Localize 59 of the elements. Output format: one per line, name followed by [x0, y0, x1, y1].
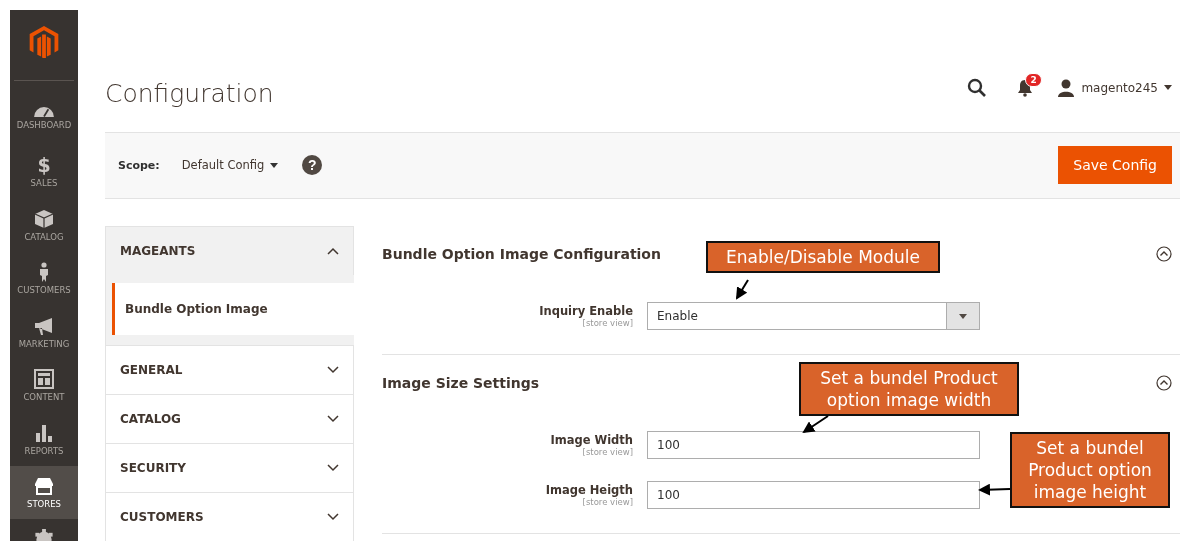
box-icon [33, 208, 55, 229]
section-title[interactable]: Image Size Settings [382, 375, 540, 391]
input-field[interactable]: 100 [647, 481, 980, 509]
sidebar-item[interactable]: MARKETING [10, 305, 78, 359]
nav-group-header[interactable]: SECURITY [105, 443, 354, 492]
scope-hint: [store view] [582, 318, 633, 328]
bar-chart-icon [33, 422, 55, 443]
chevron-icon [327, 247, 339, 255]
input-field[interactable]: 100 [647, 431, 980, 459]
help-icon[interactable]: ? [302, 155, 323, 176]
megaphone-icon [33, 315, 55, 336]
dollar-icon: $ [37, 155, 51, 176]
leader-line [735, 279, 749, 300]
chevron-icon [327, 513, 339, 521]
storefront-icon [33, 476, 55, 497]
sidebar-item[interactable]: CUSTOMERS [10, 252, 78, 306]
scope-label: Scope: [118, 158, 160, 172]
sidebar-item[interactable]: CONTENT [10, 359, 78, 413]
logo-icon [29, 26, 59, 59]
gauge-icon [34, 106, 54, 118]
chevron-icon [327, 366, 339, 374]
search-icon[interactable] [967, 77, 988, 98]
collapse-icon[interactable] [1156, 246, 1172, 262]
scope-hint: [store view] [582, 447, 633, 457]
annotation-callout: Enable/Disable Module [706, 241, 940, 273]
select-field[interactable]: Enable [647, 302, 980, 330]
annotation-callout: Set a bundel Product option image width [799, 362, 1019, 416]
sidebar-item[interactable]: CATALOG [10, 198, 78, 252]
caret-icon [959, 313, 967, 319]
nav-group-header[interactable]: MAGEANTS [105, 226, 354, 275]
field-label: Image Heigth [545, 483, 633, 497]
notification-count: 2 [1025, 72, 1042, 87]
field-label: Image Width [550, 433, 633, 447]
sidebar-item[interactable]: DASHBOARD [10, 91, 78, 145]
leader-line [802, 415, 829, 434]
caret-icon [1164, 85, 1172, 91]
sidebar-item[interactable]: REPORTS [10, 412, 78, 466]
sidebar-item[interactable]: STORES [10, 466, 78, 520]
user-icon [1057, 78, 1076, 97]
nav-group-header[interactable]: GENERAL [105, 345, 354, 394]
gear-icon[interactable] [33, 529, 55, 541]
layout-icon [33, 369, 55, 390]
user-menu[interactable]: magento245 [1081, 80, 1172, 95]
leader-line [978, 483, 1011, 496]
scope-hint: [store view] [582, 497, 633, 507]
page-title: Configuration [105, 78, 274, 108]
nav-group-header[interactable]: CATALOG [105, 394, 354, 443]
save-config-button[interactable]: Save Config [1058, 146, 1172, 185]
nav-group-header[interactable]: CUSTOMERS [105, 492, 354, 541]
chevron-icon [327, 464, 339, 472]
collapse-icon[interactable] [1156, 375, 1172, 391]
scope-switcher[interactable]: Default Config [181, 158, 279, 173]
field-label: Inquiry Enable [539, 304, 633, 318]
section-title[interactable]: Bundle Option Image Configuration [382, 246, 661, 262]
chevron-icon [327, 415, 339, 423]
caret-icon [270, 162, 279, 168]
annotation-callout: Set a bundel Product option image height [1010, 432, 1170, 508]
sidebar-item[interactable]: $ SALES [10, 145, 78, 199]
nav-item[interactable]: Bundle Option Image [112, 283, 354, 335]
